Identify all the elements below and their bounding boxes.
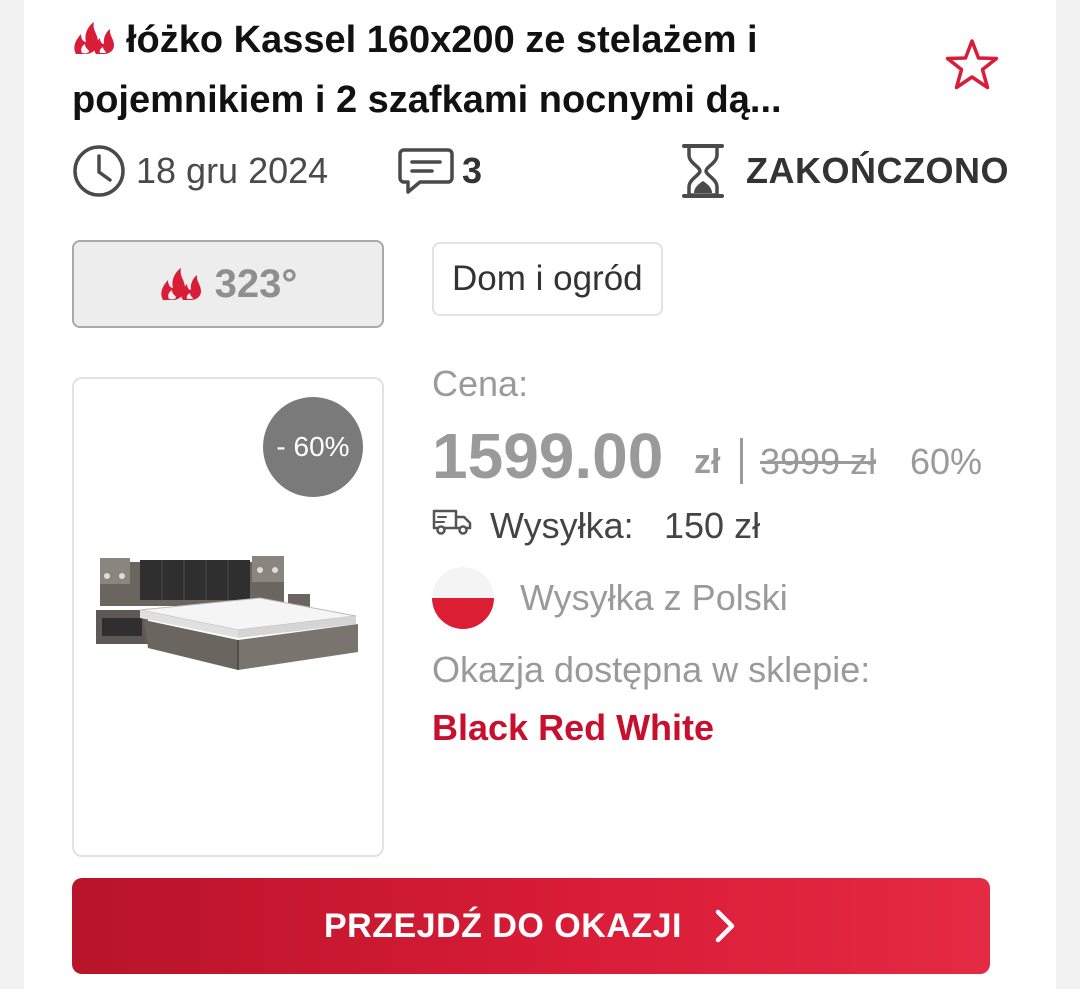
category-chip[interactable]: Dom i ogród [432,242,663,316]
truck-icon [432,509,472,535]
chevron-right-icon [715,909,735,943]
poland-flag-icon [432,567,494,629]
deal-title[interactable]: łóżko Kassel 160x200 ze stelażem i pojem… [72,10,932,130]
go-to-deal-button[interactable]: PRZEJDŹ DO OKAZJI [72,878,990,974]
fire-icon [160,268,201,300]
available-in-label: Okazja dostępna w sklepie: [432,649,871,690]
shipping-cost: 150 zł [664,505,761,546]
temperature-value: 323° [214,261,298,306]
comment-icon[interactable] [398,146,454,196]
bed-image [96,556,358,670]
shipping-label: Wysyłka: [490,505,634,546]
current-price: 1599.00 [432,420,664,492]
price-label: Cena: [432,363,529,404]
star-icon[interactable] [944,38,1000,92]
hourglass-icon [682,144,724,198]
old-price: 3999 zł [760,441,877,482]
discount-percent: 60% [910,441,983,482]
discount-badge: - 60% [263,397,363,497]
cta-label: PRZEJDŹ DO OKAZJI [324,906,682,945]
comments-count[interactable]: 3 [462,149,482,193]
clock-icon [73,145,125,197]
price-currency: zł [694,443,721,481]
deal-date: 18 gru 2024 [136,150,329,191]
shop-link[interactable]: Black Red White [432,706,714,750]
ships-from: Wysyłka z Polski [520,577,788,618]
price-divider [740,438,743,484]
deal-status: ZAKOŃCZONO [746,150,1009,191]
temperature-box: 323° [72,240,384,328]
